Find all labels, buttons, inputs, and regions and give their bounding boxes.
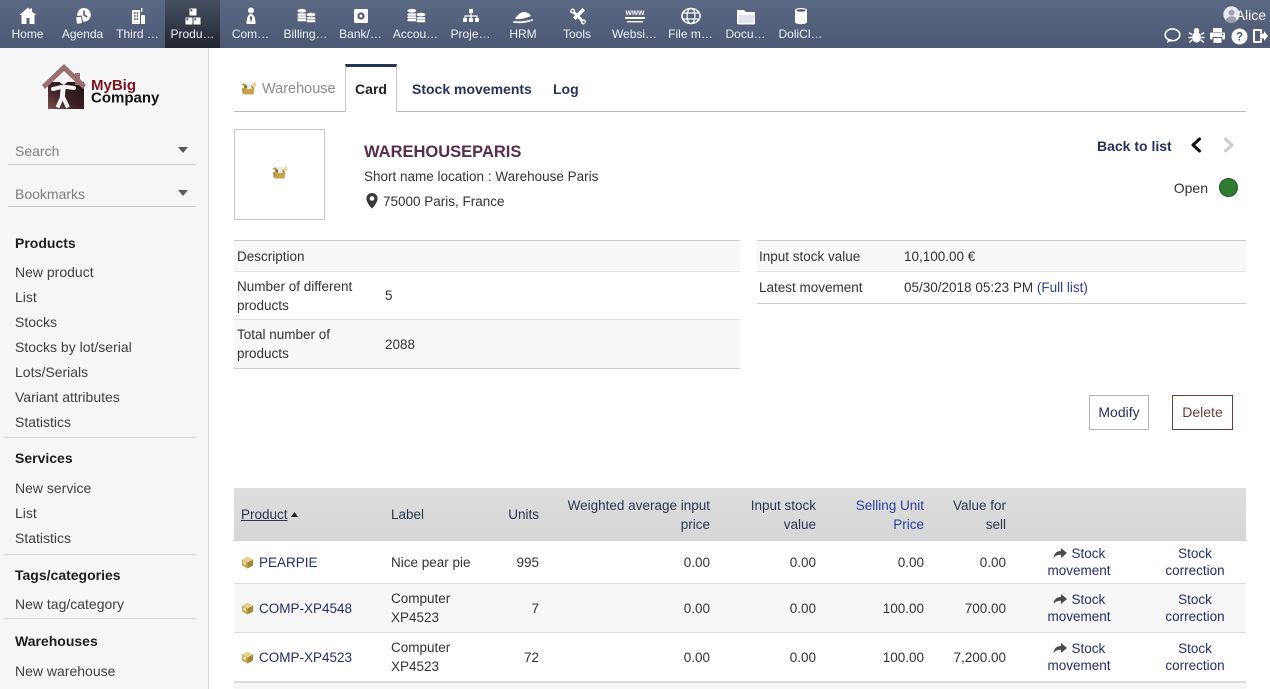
svg-text:www: www bbox=[624, 8, 644, 17]
svg-text:Company: Company bbox=[91, 90, 160, 107]
svg-text:?: ? bbox=[1236, 32, 1243, 44]
